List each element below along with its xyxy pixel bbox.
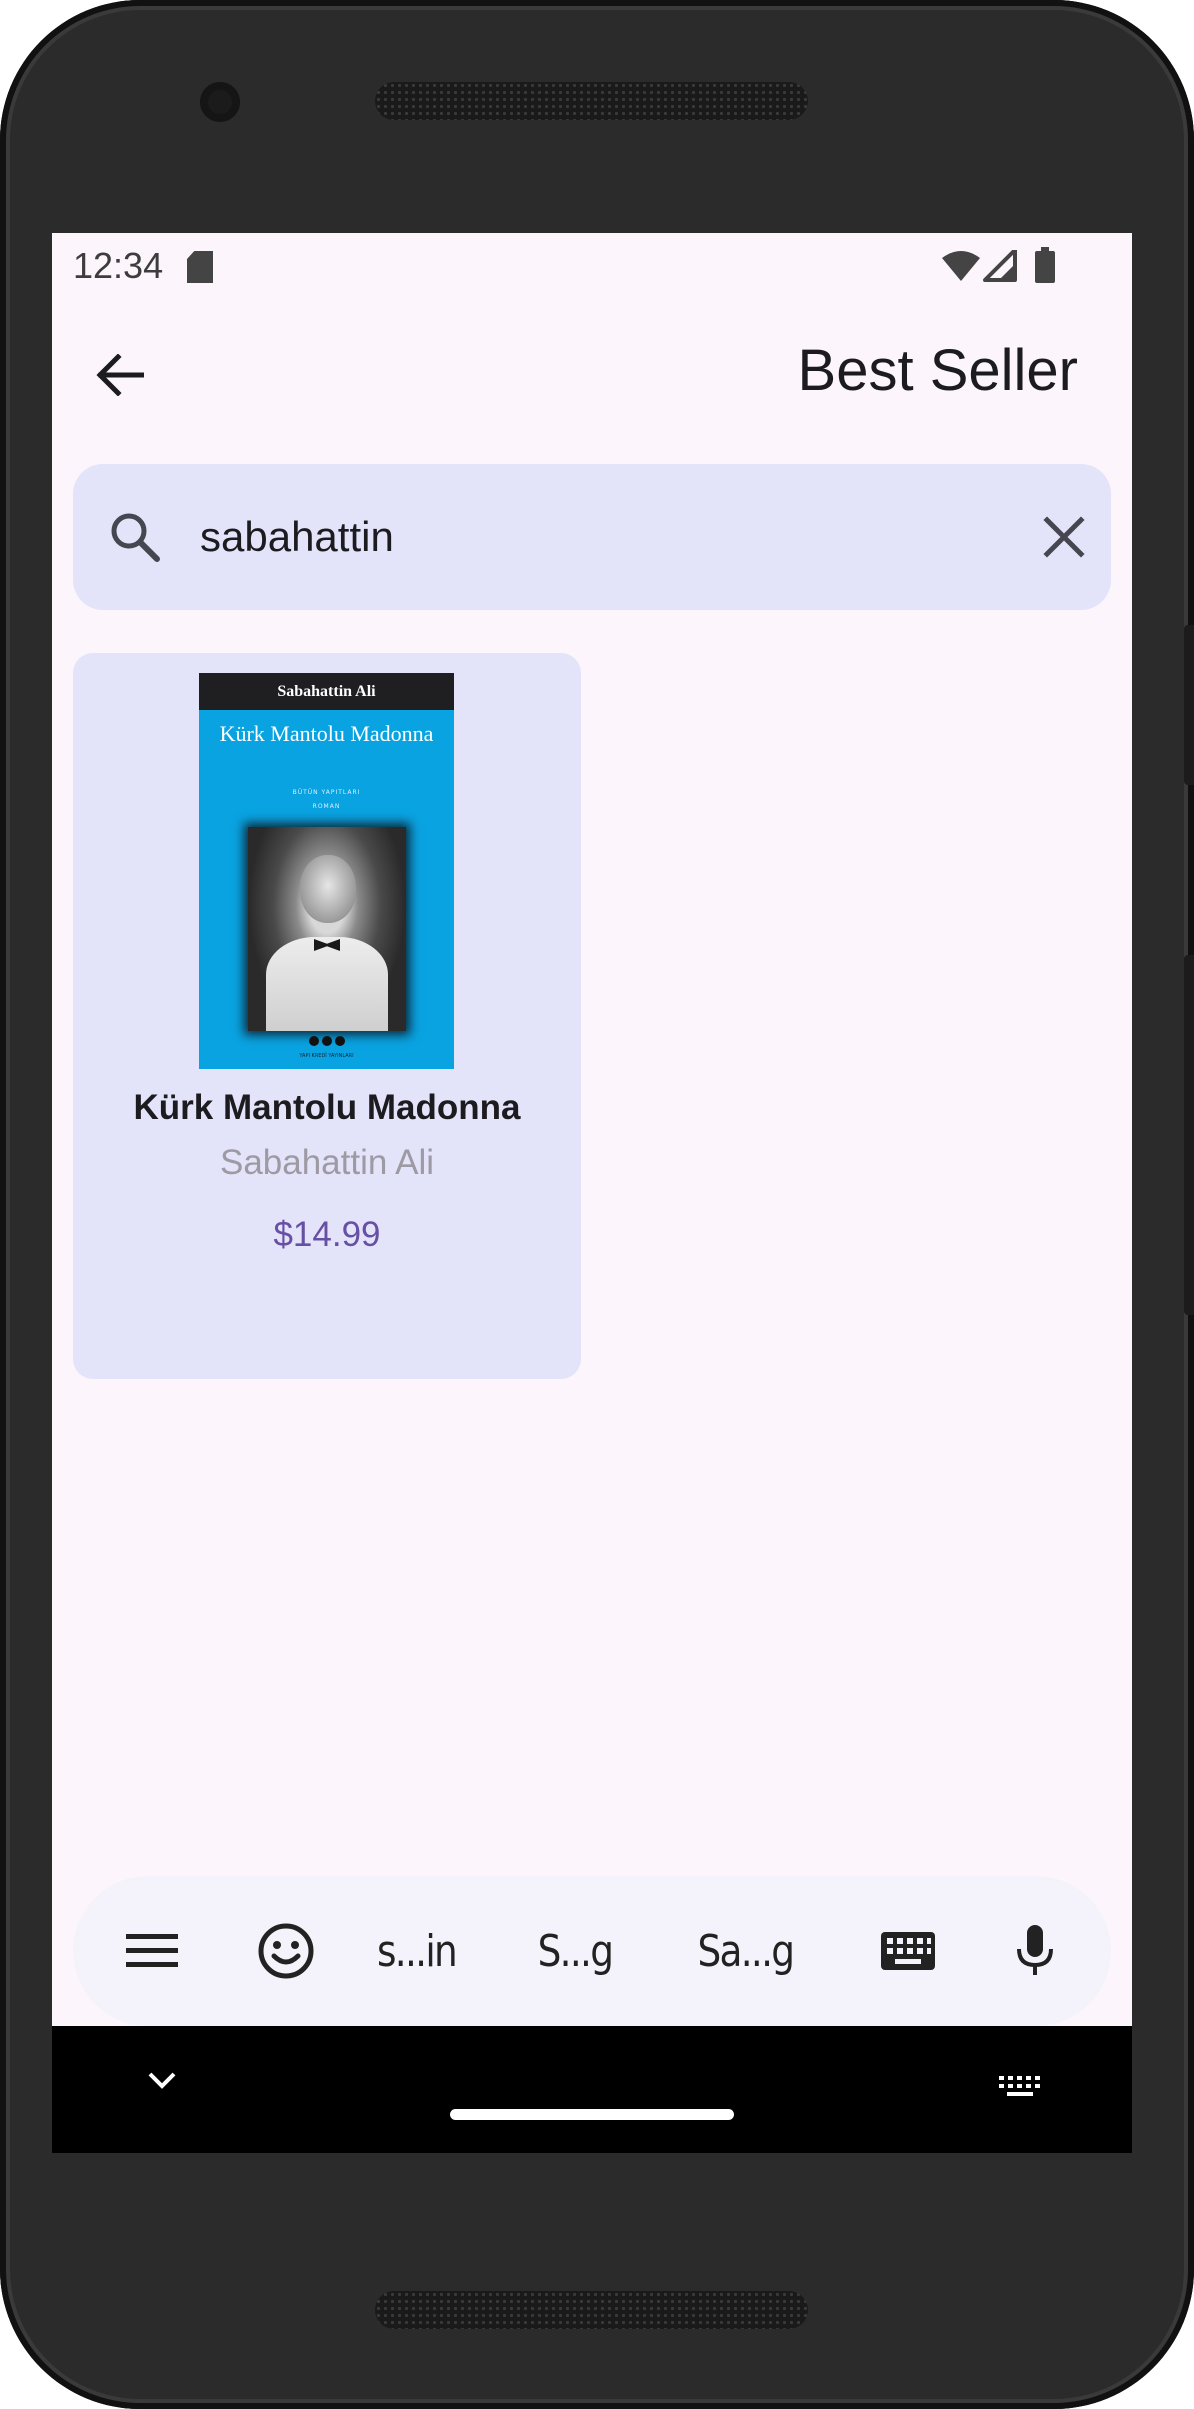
author-portrait [248, 827, 406, 1031]
arrow-left-icon [96, 354, 144, 396]
chevron-down-icon[interactable] [147, 2070, 177, 2090]
cover-publisher: YAPI KREDİ YAYINLARI [299, 1053, 354, 1059]
earpiece-speaker [375, 82, 808, 120]
emoji-icon [258, 1923, 314, 1979]
cover-genre: ROMAN [312, 803, 341, 810]
keyboard-switch-icon[interactable] [999, 2076, 1041, 2098]
search-bar[interactable] [73, 464, 1111, 610]
cover-author: Sabahattin Ali [199, 673, 454, 710]
voice-input-button[interactable] [1005, 1876, 1065, 2026]
menu-icon [126, 1934, 178, 1967]
navigation-bar [52, 2026, 1132, 2153]
status-time: 12:34 [73, 245, 164, 286]
front-camera [200, 82, 240, 122]
book-author: Sabahattin Ali [219, 1143, 435, 1182]
app-bar: Best Seller [52, 297, 1132, 443]
power-button[interactable] [1184, 625, 1194, 785]
page-title: Best Seller [797, 338, 1078, 403]
screen: 12:34 Best Seller sabahattin Sabahattin … [52, 233, 1132, 2153]
keyboard-settings-button[interactable] [873, 1876, 943, 2026]
phone-frame: 12:34 Best Seller sabahattin Sabahattin … [0, 0, 1194, 2409]
signal-icon [983, 250, 1017, 282]
publisher-logo [307, 1036, 347, 1048]
search-input[interactable] [200, 504, 960, 570]
bottom-speaker [375, 2291, 808, 2329]
wifi-icon [942, 251, 980, 281]
suggestion-label: S...g [537, 1925, 614, 1977]
book-card[interactable]: Sabahattin Ali Kürk Mantolu Madonna BÜTÜ… [73, 653, 581, 1379]
suggestion-label: s...in [376, 1925, 457, 1977]
suggestion-1[interactable]: s...in [351, 1876, 481, 2026]
book-price: $14.99 [273, 1215, 381, 1254]
search-icon[interactable] [109, 511, 161, 563]
sd-card-icon [187, 251, 213, 283]
keyboard-suggestion-strip: s...in S...g Sa...g [73, 1876, 1111, 2026]
emoji-button[interactable] [251, 1876, 321, 2026]
suggestion-3[interactable]: Sa...g [675, 1876, 815, 2026]
suggestion-label: Sa...g [697, 1925, 795, 1977]
status-bar: 12:34 [52, 233, 1132, 297]
keyboard-menu-button[interactable] [117, 1876, 187, 2026]
book-cover-image[interactable]: Sabahattin Ali Kürk Mantolu Madonna BÜTÜ… [199, 673, 454, 1069]
back-button[interactable] [92, 347, 148, 403]
microphone-icon [1017, 1925, 1053, 1975]
battery-icon [1035, 247, 1055, 283]
book-title: Kürk Mantolu Madonna [133, 1088, 521, 1127]
home-gesture-handle[interactable] [450, 2109, 734, 2120]
cover-title: Kürk Mantolu Madonna [219, 721, 434, 746]
suggestion-2[interactable]: S...g [510, 1876, 640, 2026]
keyboard-icon [881, 1932, 935, 1970]
volume-button[interactable] [1184, 955, 1194, 1315]
close-icon[interactable] [1041, 514, 1087, 560]
cover-series: BÜTÜN YAPITLARI [292, 789, 361, 796]
